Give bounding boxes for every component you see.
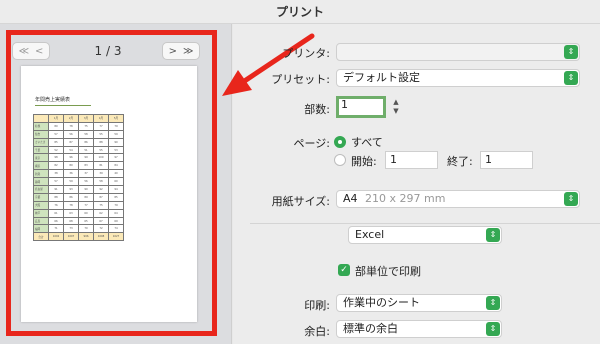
app-settings-select[interactable]: Excel ⇕ bbox=[348, 226, 502, 244]
pages-to-label: 終了: bbox=[447, 155, 473, 168]
paper-size-value: A4 bbox=[343, 192, 358, 205]
paper-size-label: 用紙サイズ: bbox=[271, 195, 330, 208]
print-select[interactable]: 作業中のシート ⇕ bbox=[336, 294, 502, 312]
copies-stepper-icon[interactable]: ▲ ▼ bbox=[391, 98, 401, 118]
printer-chevron-icon: ⇕ bbox=[564, 45, 578, 59]
print-value: 作業中のシート bbox=[343, 296, 420, 309]
copies-input[interactable]: 1 bbox=[336, 96, 386, 118]
per-sheet-label: 部単位で印刷 bbox=[355, 265, 421, 278]
per-sheet-checkbox[interactable]: ✓ bbox=[338, 264, 350, 276]
paper-size-dims: 210 x 297 mm bbox=[365, 192, 446, 205]
pages-to-input[interactable]: 1 bbox=[480, 151, 533, 169]
preset-label: プリセット: bbox=[271, 73, 330, 86]
margin-select[interactable]: 標準の余白 ⇕ bbox=[336, 320, 502, 338]
pages-all-radio[interactable] bbox=[334, 136, 346, 148]
margin-value: 標準の余白 bbox=[343, 322, 398, 335]
copies-label: 部数: bbox=[304, 103, 330, 116]
margin-chevron-icon: ⇕ bbox=[486, 322, 500, 336]
pages-all-label: すべて bbox=[351, 136, 383, 149]
print-label: 印刷: bbox=[304, 299, 330, 312]
app-settings-chevron-icon: ⇕ bbox=[486, 228, 500, 242]
pages-range-radio[interactable] bbox=[334, 154, 346, 166]
app-settings-value: Excel bbox=[355, 228, 385, 241]
preset-chevron-icon: ⇕ bbox=[564, 71, 578, 85]
preset-value: デフォルト設定 bbox=[343, 71, 420, 84]
preset-select[interactable]: デフォルト設定 ⇕ bbox=[336, 69, 580, 87]
pages-from-input[interactable]: 1 bbox=[385, 151, 438, 169]
print-chevron-icon: ⇕ bbox=[486, 296, 500, 310]
paper-size-select[interactable]: A4 210 x 297 mm ⇕ bbox=[336, 190, 580, 208]
printer-label: プリンタ: bbox=[282, 47, 330, 60]
printer-select[interactable]: ⇕ bbox=[336, 43, 580, 61]
margin-label: 余白: bbox=[304, 325, 330, 338]
pages-from-label: 開始: bbox=[351, 155, 377, 168]
paper-size-chevron-icon: ⇕ bbox=[564, 192, 578, 206]
section-divider bbox=[250, 223, 600, 224]
pages-label: ページ: bbox=[293, 137, 331, 150]
